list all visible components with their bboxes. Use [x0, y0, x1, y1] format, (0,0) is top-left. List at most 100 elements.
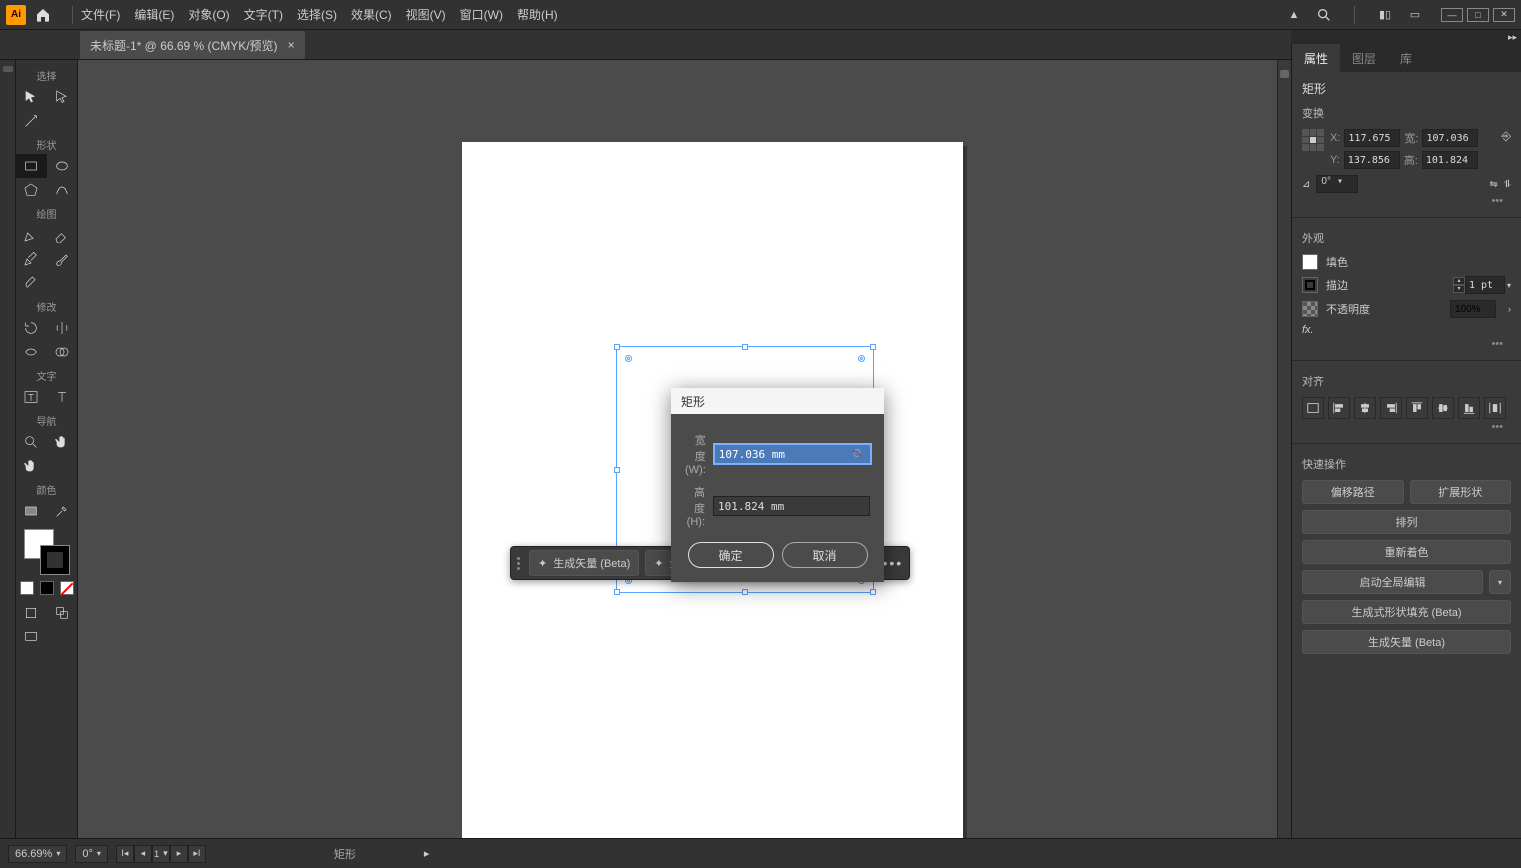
rotate-tool[interactable] [16, 316, 47, 340]
maximize-button[interactable]: □ [1467, 8, 1489, 22]
align-bottom-icon[interactable] [1458, 397, 1480, 419]
flip-v-icon[interactable]: ⥮ [1504, 179, 1511, 190]
stroke-weight-stepper[interactable]: ▴▾ ▾ [1453, 276, 1511, 294]
arrange-icon[interactable]: ▮▯ [1377, 7, 1393, 23]
align-left-icon[interactable] [1328, 397, 1350, 419]
curvature-tool[interactable] [47, 178, 78, 202]
drag-grip-icon[interactable] [517, 557, 523, 570]
angle-select[interactable]: 0° ▾ [1316, 175, 1358, 193]
panel-collapse-icon[interactable]: ▸▸ [1291, 30, 1521, 44]
selection-tool[interactable] [16, 85, 47, 109]
notification-icon[interactable]: ▲ [1286, 7, 1302, 23]
align-to-dropdown[interactable] [1302, 397, 1324, 419]
draw-mode-normal[interactable] [16, 601, 47, 625]
arrange-button[interactable]: 排列 [1302, 510, 1511, 534]
color-mode-none[interactable] [60, 581, 74, 595]
next-artboard-icon[interactable]: ▸ [170, 845, 188, 863]
fill-swatch[interactable] [1302, 254, 1318, 270]
blob-brush-tool[interactable] [16, 271, 47, 295]
brush-tool[interactable] [47, 247, 78, 271]
draw-mode-behind[interactable] [47, 601, 78, 625]
polygon-tool[interactable] [16, 178, 47, 202]
cancel-button[interactable]: 取消 [782, 542, 868, 568]
stroke-swatch[interactable] [40, 545, 70, 575]
expand-shape-button[interactable]: 扩展形状 [1410, 480, 1512, 504]
minimize-button[interactable]: — [1441, 8, 1463, 22]
fx-label[interactable]: fx. [1302, 324, 1511, 336]
y-input[interactable] [1344, 151, 1400, 169]
reference-point-selector[interactable] [1302, 129, 1324, 151]
magic-wand-tool[interactable] [16, 109, 47, 133]
type-tool[interactable] [47, 385, 78, 409]
stroke-weight-input[interactable] [1465, 276, 1505, 294]
more-options-icon[interactable]: ••• [882, 555, 903, 571]
tab-properties[interactable]: 属性 [1292, 44, 1340, 72]
generate-vector-button[interactable]: 生成矢量 (Beta) [1302, 630, 1511, 654]
prev-artboard-icon[interactable]: ◂ [134, 845, 152, 863]
toolbar-collapse-strip[interactable] [0, 60, 16, 838]
eyedropper-tool[interactable] [47, 499, 78, 523]
gradient-tool[interactable] [16, 499, 47, 523]
selection-handle[interactable] [742, 344, 748, 350]
dropdown-icon[interactable]: ▾ [1507, 281, 1511, 290]
eraser-tool[interactable] [47, 223, 78, 247]
dialog-title[interactable]: 矩形 [671, 388, 884, 414]
corner-widget[interactable] [858, 355, 865, 362]
menu-help[interactable]: 帮助(H) [517, 6, 558, 23]
first-artboard-icon[interactable]: I◂ [116, 845, 134, 863]
color-mode-gradient[interactable] [40, 581, 54, 595]
align-vcenter-icon[interactable] [1432, 397, 1454, 419]
align-top-icon[interactable] [1406, 397, 1428, 419]
hand-tool-2[interactable] [16, 454, 47, 478]
search-icon[interactable] [1316, 7, 1332, 23]
generative-fill-button[interactable]: 生成式形状填充 (Beta) [1302, 600, 1511, 624]
selection-handle[interactable] [614, 467, 620, 473]
selection-handle[interactable] [742, 589, 748, 595]
tab-libraries[interactable]: 库 [1388, 44, 1424, 72]
ok-button[interactable]: 确定 [688, 542, 774, 568]
more-options-icon[interactable]: ••• [1302, 193, 1511, 209]
last-artboard-icon[interactable]: ▸I [188, 845, 206, 863]
selection-handle[interactable] [870, 344, 876, 350]
distribute-h-icon[interactable] [1484, 397, 1506, 419]
width-input[interactable] [714, 444, 871, 464]
link-dimensions-icon[interactable] [850, 446, 864, 460]
canvas[interactable]: ✦ 生成矢量 (Beta) ✦ 生成式形状填充 (Beta) ✂ ⌒ ••• 矩… [78, 60, 1291, 838]
height-input[interactable] [713, 496, 870, 516]
more-options-icon[interactable]: ••• [1302, 336, 1511, 352]
generate-vector-button[interactable]: ✦ 生成矢量 (Beta) [529, 550, 639, 576]
tab-close-icon[interactable]: × [288, 38, 295, 52]
menu-window[interactable]: 窗口(W) [460, 6, 503, 23]
menu-file[interactable]: 文件(F) [81, 6, 120, 23]
flip-h-icon[interactable]: ⇋ [1489, 179, 1497, 190]
offset-path-button[interactable]: 偏移路径 [1302, 480, 1404, 504]
hand-tool[interactable] [47, 430, 78, 454]
align-hcenter-icon[interactable] [1354, 397, 1376, 419]
width-input-panel[interactable] [1422, 129, 1478, 147]
height-input-panel[interactable] [1422, 151, 1478, 169]
link-wh-icon[interactable]: ⎆ [1501, 129, 1511, 144]
pen-tool[interactable] [16, 223, 47, 247]
global-edit-dropdown[interactable]: ▾ [1489, 570, 1511, 594]
shape-builder-tool[interactable] [47, 340, 78, 364]
workspace-icon[interactable]: ▭ [1407, 7, 1423, 23]
close-button[interactable]: ✕ [1493, 8, 1515, 22]
color-mode-solid[interactable] [20, 581, 34, 595]
global-edit-button[interactable]: 启动全局编辑 [1302, 570, 1483, 594]
opacity-swatch[interactable] [1302, 301, 1318, 317]
rotate-view-select[interactable]: 0° ▾ [75, 845, 108, 863]
menu-select[interactable]: 选择(S) [297, 6, 337, 23]
menu-view[interactable]: 视图(V) [406, 6, 446, 23]
selection-handle[interactable] [614, 589, 620, 595]
corner-widget[interactable] [625, 355, 632, 362]
rectangle-tool[interactable] [16, 154, 47, 178]
document-tab[interactable]: 未标题-1* @ 66.69 % (CMYK/预览) × [80, 31, 305, 59]
more-options-icon[interactable]: ••• [1302, 419, 1511, 435]
menu-effect[interactable]: 效果(C) [351, 6, 392, 23]
width-tool[interactable] [16, 340, 47, 364]
align-right-icon[interactable] [1380, 397, 1402, 419]
artboard-number[interactable]: 1 ▾ [152, 845, 170, 863]
status-flyout-icon[interactable]: ▸ [424, 847, 430, 860]
x-input[interactable] [1344, 129, 1400, 147]
selection-handle[interactable] [614, 344, 620, 350]
